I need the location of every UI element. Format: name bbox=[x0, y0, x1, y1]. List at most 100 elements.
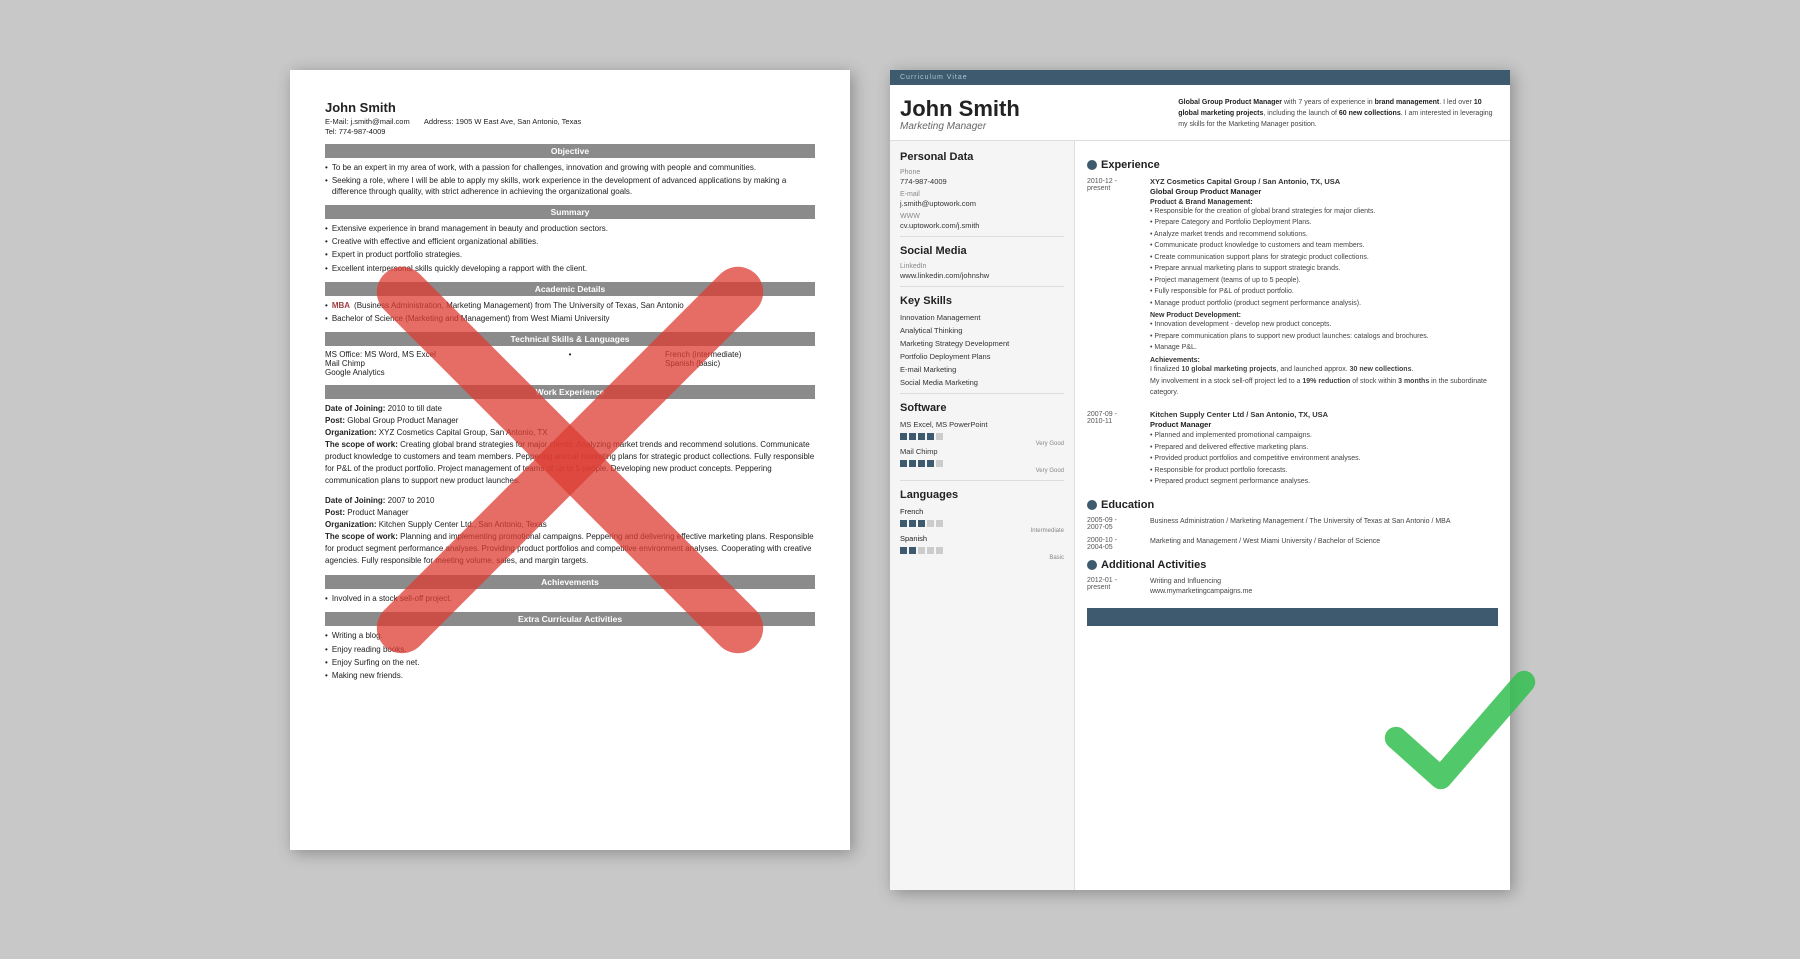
additional-section-title: Additional Activities bbox=[1087, 559, 1498, 571]
exp1-content: XYZ Cosmetics Capital Group / San Antoni… bbox=[1150, 177, 1498, 401]
summary-b3: Expert in product portfolio strategies. bbox=[325, 249, 815, 260]
edu1-content: Business Administration / Marketing Mana… bbox=[1150, 517, 1498, 531]
add1-date: 2012-01 -present bbox=[1087, 577, 1142, 598]
dot bbox=[927, 433, 934, 440]
exp2-b4: Responsible for product portfolio foreca… bbox=[1150, 466, 1498, 477]
exp1-achieve1: I finalized 10 global marketing projects… bbox=[1150, 365, 1498, 376]
key-skills-title: Key Skills bbox=[900, 295, 1064, 307]
cv-header-left: John Smith Marketing Manager bbox=[900, 97, 1168, 132]
dot bbox=[927, 460, 934, 467]
exp2-role: Product Manager bbox=[1150, 420, 1498, 429]
work2-org: Organization: Kitchen Supply Center Ltd.… bbox=[325, 519, 815, 531]
summary-b4: Excellent interpersonal skills quickly d… bbox=[325, 263, 815, 274]
address-value: 1905 W East Ave, San Antonio, Texas bbox=[456, 117, 582, 126]
cv-title: Marketing Manager bbox=[900, 121, 1168, 132]
bad-tel: Tel: 774-987-4009 bbox=[325, 127, 815, 136]
good-resume: Curriculum Vitae John Smith Marketing Ma… bbox=[890, 70, 1510, 890]
exp1-b4: Communicate product knowledge to custome… bbox=[1150, 241, 1498, 252]
dot bbox=[918, 520, 925, 527]
cv-name: John Smith bbox=[900, 97, 1168, 121]
lang-french: French bbox=[900, 507, 1064, 516]
skill-left-1: MS Office: MS Word, MS Excel bbox=[325, 350, 475, 359]
skill-col-right: • bbox=[495, 350, 645, 377]
dot bbox=[918, 433, 925, 440]
exp2-date: 2007-09 -2010-11 bbox=[1087, 410, 1142, 489]
www-label: WWW bbox=[900, 213, 1064, 220]
summary-b1: Extensive experience in brand management… bbox=[325, 223, 815, 234]
linkedin-label: LinkedIn bbox=[900, 263, 1064, 270]
lang-2: Spanish (basic) bbox=[665, 359, 815, 368]
dot bbox=[900, 460, 907, 467]
tel-value: 774-987-4009 bbox=[339, 127, 386, 136]
objective-title: Objective bbox=[325, 144, 815, 158]
exp-entry-1: 2010-12 -present XYZ Cosmetics Capital G… bbox=[1087, 177, 1498, 401]
skill-left-2: Mail Chimp bbox=[325, 359, 475, 368]
key-skill-1: Innovation Management bbox=[900, 313, 1064, 322]
dot-empty bbox=[918, 547, 925, 554]
phone-value: 774-987-4009 bbox=[900, 177, 1064, 186]
academic-b1: MBA (Business Administration, Marketing … bbox=[325, 300, 815, 311]
dot-empty bbox=[936, 520, 943, 527]
edu-entry-2: 2000-10 -2004-05 Marketing and Managemen… bbox=[1087, 537, 1498, 551]
phone-label: Phone bbox=[900, 169, 1064, 176]
edu2-content: Marketing and Management / West Miami Un… bbox=[1150, 537, 1498, 551]
academic-title: Academic Details bbox=[325, 282, 815, 296]
objective-bullet-1: To be an expert in my area of work, with… bbox=[325, 162, 815, 173]
exp2-b5: Prepared product segment performance ana… bbox=[1150, 477, 1498, 488]
address-label: Address: bbox=[424, 117, 454, 126]
exp1-b1: Responsible for the creation of global b… bbox=[1150, 207, 1498, 218]
objective-bullet-2: Seeking a role, where I will be able to … bbox=[325, 175, 815, 197]
edu1-date: 2005-09 -2007-05 bbox=[1087, 517, 1142, 531]
exp1-date: 2010-12 -present bbox=[1087, 177, 1142, 401]
extra-b4: Making new friends. bbox=[325, 670, 815, 681]
software-2-level: Very Good bbox=[900, 468, 1064, 474]
exp2-content: Kitchen Supply Center Ltd / San Antonio,… bbox=[1150, 410, 1498, 489]
achieve-b1: Involved in a stock sell-off project. bbox=[325, 593, 815, 604]
work-title: Work Experience bbox=[325, 385, 815, 399]
divider-4 bbox=[900, 480, 1064, 481]
extra-b2: Enjoy reading books. bbox=[325, 644, 815, 655]
linkedin-value: www.linkedin.com/johnshw bbox=[900, 271, 1064, 280]
personal-data-title: Personal Data bbox=[900, 151, 1064, 163]
divider-1 bbox=[900, 236, 1064, 237]
work1-scope: The scope of work: Creating global brand… bbox=[325, 439, 815, 487]
achievements-title: Achievements bbox=[325, 575, 815, 589]
email-label-cv: E-mail bbox=[900, 191, 1064, 198]
lang-spanish-bar bbox=[900, 547, 1064, 554]
software-2-bar bbox=[900, 460, 1064, 467]
dot-empty bbox=[927, 547, 934, 554]
dot bbox=[909, 433, 916, 440]
skill-col-lang: French (intermediate) Spanish (basic) bbox=[665, 350, 815, 377]
work1-date: Date of Joining: 2010 to till date bbox=[325, 403, 815, 415]
extra-b1: Writing a blog. bbox=[325, 630, 815, 641]
exp2-org: Kitchen Supply Center Ltd / San Antonio,… bbox=[1150, 410, 1498, 419]
work-entry-1: Date of Joining: 2010 to till date Post:… bbox=[325, 403, 815, 487]
exp2-b1: Planned and implemented promotional camp… bbox=[1150, 431, 1498, 442]
social-media-title: Social Media bbox=[900, 245, 1064, 257]
technical-title: Technical Skills & Languages bbox=[325, 332, 815, 346]
edu2-date: 2000-10 -2004-05 bbox=[1087, 537, 1142, 551]
divider-3 bbox=[900, 393, 1064, 394]
cv-header-right: Global Group Product Manager with 7 year… bbox=[1178, 97, 1500, 132]
exp1-npd3: Manage P&L. bbox=[1150, 343, 1498, 354]
exp1-org: XYZ Cosmetics Capital Group / San Antoni… bbox=[1150, 177, 1498, 186]
dot-empty bbox=[927, 520, 934, 527]
dot bbox=[900, 520, 907, 527]
work1-org: Organization: XYZ Cosmetics Capital Grou… bbox=[325, 427, 815, 439]
bad-email: E-Mail: j.smith@mail.com Address: 1905 W… bbox=[325, 117, 815, 126]
work-entry-2: Date of Joining: 2007 to 2010 Post: Prod… bbox=[325, 495, 815, 567]
summary-title: Summary bbox=[325, 205, 815, 219]
experience-section-title: Experience bbox=[1087, 159, 1498, 171]
exp2-b3: Provided product portfolios and competit… bbox=[1150, 454, 1498, 465]
email-value-cv: j.smith@uptowork.com bbox=[900, 199, 1064, 208]
exp1-npd1: Innovation development - develop new pro… bbox=[1150, 320, 1498, 331]
skill-left-3: Google Analytics bbox=[325, 368, 475, 377]
dot bbox=[918, 460, 925, 467]
dot bbox=[909, 460, 916, 467]
exp1-npd2: Prepare communication plans to support n… bbox=[1150, 332, 1498, 343]
summary-b2: Creative with effective and efficient or… bbox=[325, 236, 815, 247]
work2-post: Post: Product Manager bbox=[325, 507, 815, 519]
software-1-name: MS Excel, MS PowerPoint bbox=[900, 420, 1064, 429]
extra-title: Extra Curricular Activities bbox=[325, 612, 815, 626]
additional-title-text: Additional Activities bbox=[1101, 559, 1206, 571]
